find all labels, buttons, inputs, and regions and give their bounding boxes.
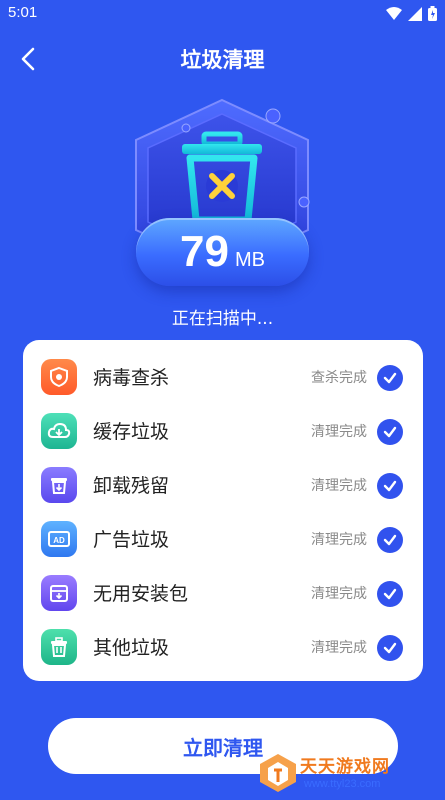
watermark-url: www.ttyl23.com — [304, 778, 381, 790]
watermark: 天天游戏网 www.ttyl23.com — [254, 748, 442, 798]
scanned-size-value: 79 — [180, 227, 229, 276]
ad-icon: AD — [41, 521, 77, 557]
check-icon[interactable] — [377, 419, 403, 445]
shield-virus-icon — [41, 359, 77, 395]
check-icon[interactable] — [377, 581, 403, 607]
list-item-label: 其他垃圾 — [93, 637, 170, 659]
header: 垃圾清理 — [0, 36, 445, 82]
scan-status-text: 正在扫描中... — [171, 309, 274, 329]
list-item-label: 广告垃圾 — [93, 529, 170, 551]
cloud-cache-icon — [41, 413, 77, 449]
list-item-status: 清理完成 — [311, 478, 367, 494]
list-item-label: 卸载残留 — [93, 475, 170, 497]
list-item-uninstall[interactable]: 卸载残留 清理完成 — [23, 458, 423, 512]
check-icon[interactable] — [377, 527, 403, 553]
status-time: 5:01 — [8, 4, 38, 21]
list-item-cache[interactable]: 缓存垃圾 清理完成 — [23, 404, 423, 458]
check-icon[interactable] — [377, 365, 403, 391]
page-title: 垃圾清理 — [180, 48, 265, 72]
list-item-status: 清理完成 — [311, 640, 367, 656]
list-item-status: 清理完成 — [311, 424, 367, 440]
watermark-logo-icon — [260, 754, 296, 792]
scanned-size-badge: 79 MB — [136, 218, 309, 286]
check-icon[interactable] — [377, 635, 403, 661]
list-item-packages[interactable]: 无用安装包 清理完成 — [23, 566, 423, 620]
status-bar: 5:01 — [0, 0, 445, 28]
list-item-label: 缓存垃圾 — [93, 421, 170, 443]
signal-icon — [408, 6, 422, 21]
list-item-status: 查杀完成 — [311, 370, 367, 386]
scanned-size-unit: MB — [234, 249, 265, 271]
uninstall-residue-icon — [41, 467, 77, 503]
trash-icon — [41, 629, 77, 665]
status-icons — [386, 6, 437, 21]
svg-text:AD: AD — [53, 536, 65, 545]
wifi-icon — [386, 7, 402, 20]
scan-results-card: 病毒查杀 查杀完成 缓存垃圾 清理完成 卸载残留 清理完成 AD 广告垃圾 清理… — [23, 340, 423, 681]
battery-icon — [428, 6, 437, 21]
list-item-other[interactable]: 其他垃圾 清理完成 — [23, 620, 423, 674]
watermark-brand: 天天游戏网 — [300, 757, 390, 777]
list-item-virus[interactable]: 病毒查杀 查杀完成 — [23, 350, 423, 404]
list-item-ads[interactable]: AD 广告垃圾 清理完成 — [23, 512, 423, 566]
list-item-label: 病毒查杀 — [93, 367, 170, 389]
package-icon — [41, 575, 77, 611]
list-item-status: 清理完成 — [311, 532, 367, 548]
list-item-label: 无用安装包 — [93, 583, 189, 605]
check-icon[interactable] — [377, 473, 403, 499]
list-item-status: 清理完成 — [311, 586, 367, 602]
